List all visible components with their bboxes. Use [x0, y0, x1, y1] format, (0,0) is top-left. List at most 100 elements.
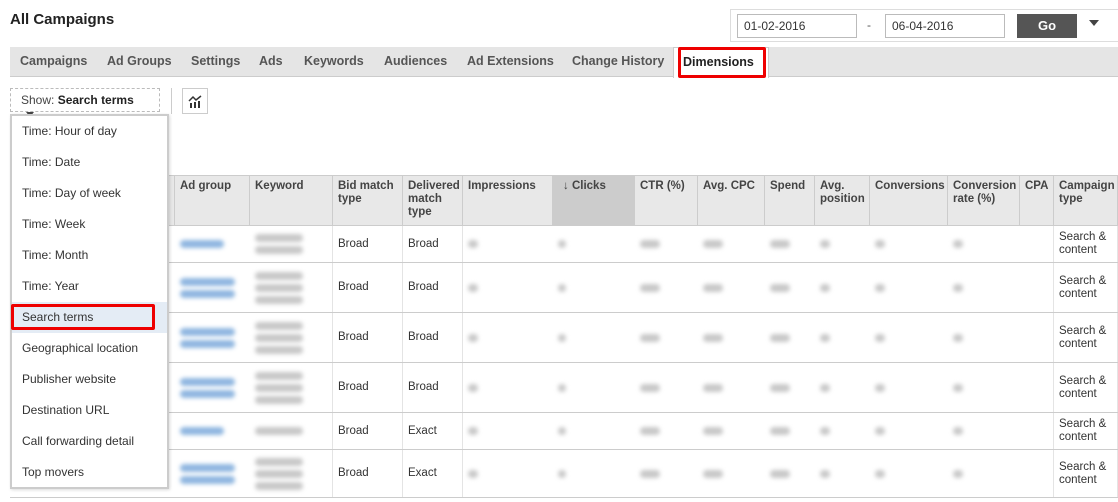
menu-item[interactable]: Destination URL: [12, 395, 167, 426]
match-type: Broad: [338, 381, 369, 393]
table-cell: [463, 450, 553, 497]
column-header[interactable]: CTR (%): [635, 176, 698, 226]
redacted-value: [558, 469, 566, 478]
column-header-label: Conversions: [875, 180, 945, 192]
table-cell: [870, 226, 948, 262]
redacted-value: [558, 240, 566, 248]
table-cell: [698, 413, 765, 449]
redacted-value: [953, 427, 963, 435]
highlight-box: [11, 304, 155, 330]
chevron-down-icon[interactable]: [1089, 20, 1099, 26]
menu-item[interactable]: Time: Day of week: [12, 178, 167, 209]
date-range-picker: 01-02-2016 - 06-04-2016 Go: [730, 9, 1118, 42]
ad-group-link[interactable]: [175, 263, 250, 312]
menu-item[interactable]: Call forwarding detail: [12, 426, 167, 457]
column-header-label: CTR (%): [640, 180, 685, 192]
tab-settings[interactable]: Settings: [191, 47, 240, 77]
redacted-value: [953, 469, 963, 478]
table-cell: [698, 263, 765, 312]
start-date-input[interactable]: 01-02-2016: [737, 14, 857, 38]
column-header[interactable]: Delivered match type: [403, 176, 463, 226]
column-header[interactable]: Avg. CPC: [698, 176, 765, 226]
redacted-text: [255, 383, 303, 392]
table-cell: [948, 226, 1020, 262]
menu-item[interactable]: Time: Date: [12, 147, 167, 178]
table-cell: [765, 263, 815, 312]
redacted-text: [255, 481, 303, 490]
campaign-type: Search & content: [1059, 460, 1107, 486]
tab-ads[interactable]: Ads: [259, 47, 283, 77]
column-header[interactable]: Campaign type: [1054, 176, 1118, 226]
redacted-value: [820, 383, 830, 392]
ad-group-link[interactable]: [175, 413, 250, 449]
menu-item[interactable]: Time: Month: [12, 240, 167, 271]
table-cell: [250, 413, 333, 449]
column-header[interactable]: Keyword: [250, 176, 333, 226]
table-cell: [948, 413, 1020, 449]
end-date-input[interactable]: 06-04-2016: [885, 14, 1005, 38]
go-button[interactable]: Go: [1017, 14, 1077, 38]
chart-button[interactable]: [182, 88, 208, 114]
table-cell: Exact: [403, 450, 463, 497]
menu-item[interactable]: Time: Week: [12, 209, 167, 240]
column-header[interactable]: CPA: [1020, 176, 1054, 226]
column-header[interactable]: Conversions: [870, 176, 948, 226]
table-cell: Broad: [333, 226, 403, 262]
menu-item[interactable]: Geographical location: [12, 333, 167, 364]
redacted-value: [875, 333, 885, 342]
ad-group-link[interactable]: [175, 313, 250, 362]
tab-campaigns[interactable]: Campaigns: [20, 47, 87, 77]
tab-audiences[interactable]: Audiences: [384, 47, 447, 77]
redacted-text: [255, 457, 303, 466]
show-dropdown[interactable]: Show: Search terms: [10, 88, 160, 118]
column-header[interactable]: Ad group: [175, 176, 250, 226]
table-cell: [698, 363, 765, 412]
tab-ad-groups[interactable]: Ad Groups: [107, 47, 172, 77]
table-cell: [1020, 413, 1054, 449]
table-cell: [250, 450, 333, 497]
column-header[interactable]: ↓ Clicks: [553, 176, 635, 226]
redacted-text: [180, 475, 235, 484]
ad-group-link[interactable]: [175, 226, 250, 262]
column-header[interactable]: Avg. position: [815, 176, 870, 226]
match-type: Broad: [408, 237, 439, 250]
column-header[interactable]: Spend: [765, 176, 815, 226]
redacted-value: [820, 427, 830, 435]
menu-item[interactable]: Publisher website: [12, 364, 167, 395]
redacted-value: [770, 283, 790, 292]
column-header-label: Avg. CPC: [703, 180, 755, 192]
ad-group-link[interactable]: [175, 363, 250, 412]
column-header[interactable]: Conversion rate (%): [948, 176, 1020, 226]
menu-item[interactable]: Time: Hour of day: [12, 116, 167, 147]
column-header[interactable]: Bid match type: [333, 176, 403, 226]
redacted-text: [180, 427, 224, 435]
match-type: Exact: [408, 467, 437, 479]
show-value: Search terms: [57, 93, 134, 107]
table-cell: [948, 363, 1020, 412]
tab-ad-extensions[interactable]: Ad Extensions: [467, 47, 554, 77]
tab-keywords[interactable]: Keywords: [304, 47, 364, 77]
match-type: Broad: [338, 467, 369, 479]
table-cell: Search & content: [1054, 450, 1118, 497]
redacted-value: [468, 469, 478, 478]
column-header-label: Ad group: [180, 180, 232, 192]
menu-item[interactable]: Top movers: [12, 457, 167, 488]
table-cell: Broad: [333, 263, 403, 312]
table-row: Broad Exact Search & content: [10, 450, 1118, 498]
campaign-type: Search & content: [1059, 324, 1107, 350]
redacted-value: [468, 240, 478, 248]
dimension-menu: Time: Hour of day Time: Date Time: Day of …: [10, 114, 169, 489]
redacted-value: [703, 383, 723, 392]
campaign-type: Search & content: [1059, 418, 1107, 443]
column-header-label: Clicks: [571, 180, 606, 192]
column-header[interactable]: Impressions: [463, 176, 553, 226]
table-cell: [870, 450, 948, 497]
redacted-value: [770, 333, 790, 342]
redacted-value: [703, 333, 723, 342]
menu-item[interactable]: Time: Year: [12, 271, 167, 302]
table-cell: [635, 450, 698, 497]
redacted-value: [770, 427, 790, 435]
ad-group-link[interactable]: [175, 450, 250, 497]
tab-change-history[interactable]: Change History: [572, 47, 664, 77]
campaign-type: Search & content: [1059, 231, 1107, 256]
